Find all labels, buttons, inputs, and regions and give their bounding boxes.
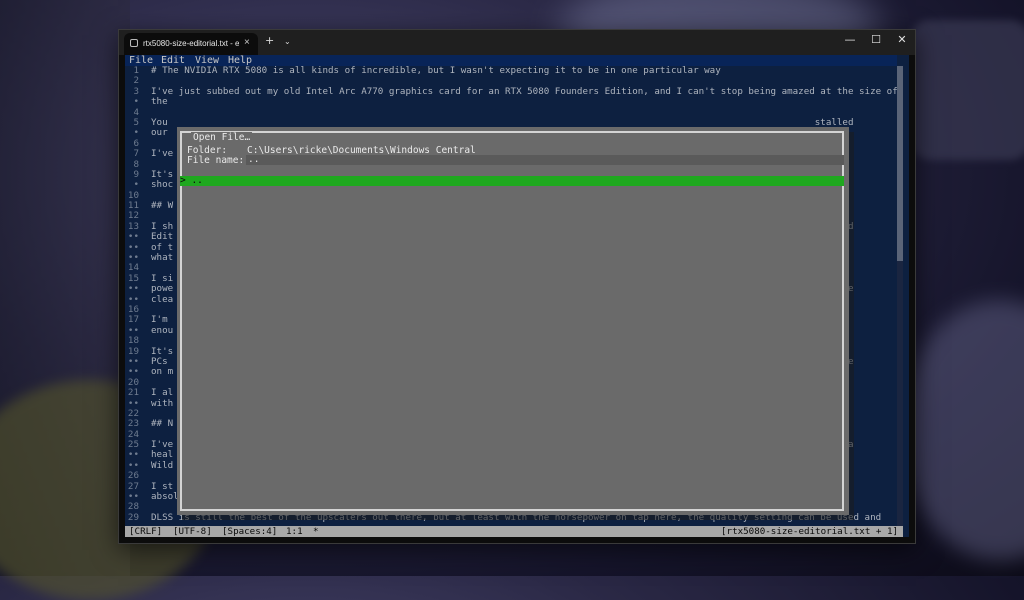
line-text[interactable]: I've just subbed out my old Intel Arc A7…: [151, 86, 898, 97]
tab-title: rtx5080-size-editorial.txt - edit: [143, 39, 239, 48]
line-text[interactable]: our: [151, 127, 168, 138]
terminal-window: rtx5080-size-editorial.txt - edit × + ⌄ …: [118, 29, 916, 544]
file-list-item-selected[interactable]: > ..: [180, 176, 844, 186]
status-filename: [rtx5080-size-editorial.txt + 1]: [721, 526, 899, 537]
text-line[interactable]: 1 # The NVIDIA RTX 5080 is all kinds of i…: [125, 65, 897, 76]
minimize-button[interactable]: —: [837, 33, 863, 46]
wallpaper-blur: [910, 20, 1024, 160]
line-text[interactable]: the: [151, 96, 168, 107]
line-text[interactable]: Wild: [151, 460, 173, 471]
line-text[interactable]: on m: [151, 366, 173, 377]
scrollbar[interactable]: [897, 66, 903, 526]
new-tab-button[interactable]: +: [265, 34, 274, 47]
filename-label: File name:: [187, 155, 245, 166]
filename-input[interactable]: ..: [246, 155, 844, 165]
chevron-down-icon[interactable]: ⌄: [284, 37, 291, 46]
text-line[interactable]: 3 I've just subbed out my old Intel Arc A…: [125, 86, 898, 97]
dialog-title: Open File…: [191, 132, 253, 143]
terminal-icon: [130, 39, 138, 47]
close-window-button[interactable]: ✕: [889, 33, 915, 46]
line-number: 18: [127, 335, 139, 347]
line-text[interactable]: what: [151, 252, 173, 263]
line-text[interactable]: ## W: [151, 200, 173, 211]
title-bar[interactable]: rtx5080-size-editorial.txt - edit × + ⌄ …: [119, 30, 915, 55]
status-encoding: [UTF-8]: [173, 526, 212, 537]
maximize-button[interactable]: ☐: [863, 33, 889, 46]
line-number: 29: [127, 511, 139, 523]
status-line-ending: [CRLF]: [129, 526, 163, 537]
status-position: 1:1: [286, 526, 303, 537]
status-modified: *: [313, 526, 319, 537]
status-bar: [CRLF] [UTF-8] [Spaces:4] 1:1 * [rtx5080…: [125, 526, 903, 537]
scrollbar-thumb[interactable]: [897, 66, 903, 261]
text-line[interactable]: • the: [125, 96, 897, 107]
editor-area[interactable]: File Edit View Help 1 # The NVIDIA RTX 50…: [125, 55, 909, 537]
line-text[interactable]: with: [151, 398, 173, 409]
line-number: 21: [127, 387, 139, 399]
line-text[interactable]: # The NVIDIA RTX 5080 is all kinds of in…: [151, 65, 721, 76]
line-text[interactable]: clea: [151, 294, 173, 305]
status-indent: [Spaces:4]: [222, 526, 278, 537]
close-tab-icon[interactable]: ×: [244, 37, 250, 48]
open-file-dialog: Open File… Folder: C:\Users\ricke\Docume…: [177, 127, 849, 515]
line-text[interactable]: ## N: [151, 418, 173, 429]
wallpaper-blur: [900, 300, 1024, 560]
line-text[interactable]: enou: [151, 325, 173, 336]
tab-editor[interactable]: rtx5080-size-editorial.txt - edit ×: [124, 33, 258, 55]
line-text[interactable]: shoc: [151, 179, 173, 190]
dialog-frame: Open File…: [180, 131, 844, 511]
line-number: 7: [133, 148, 139, 160]
